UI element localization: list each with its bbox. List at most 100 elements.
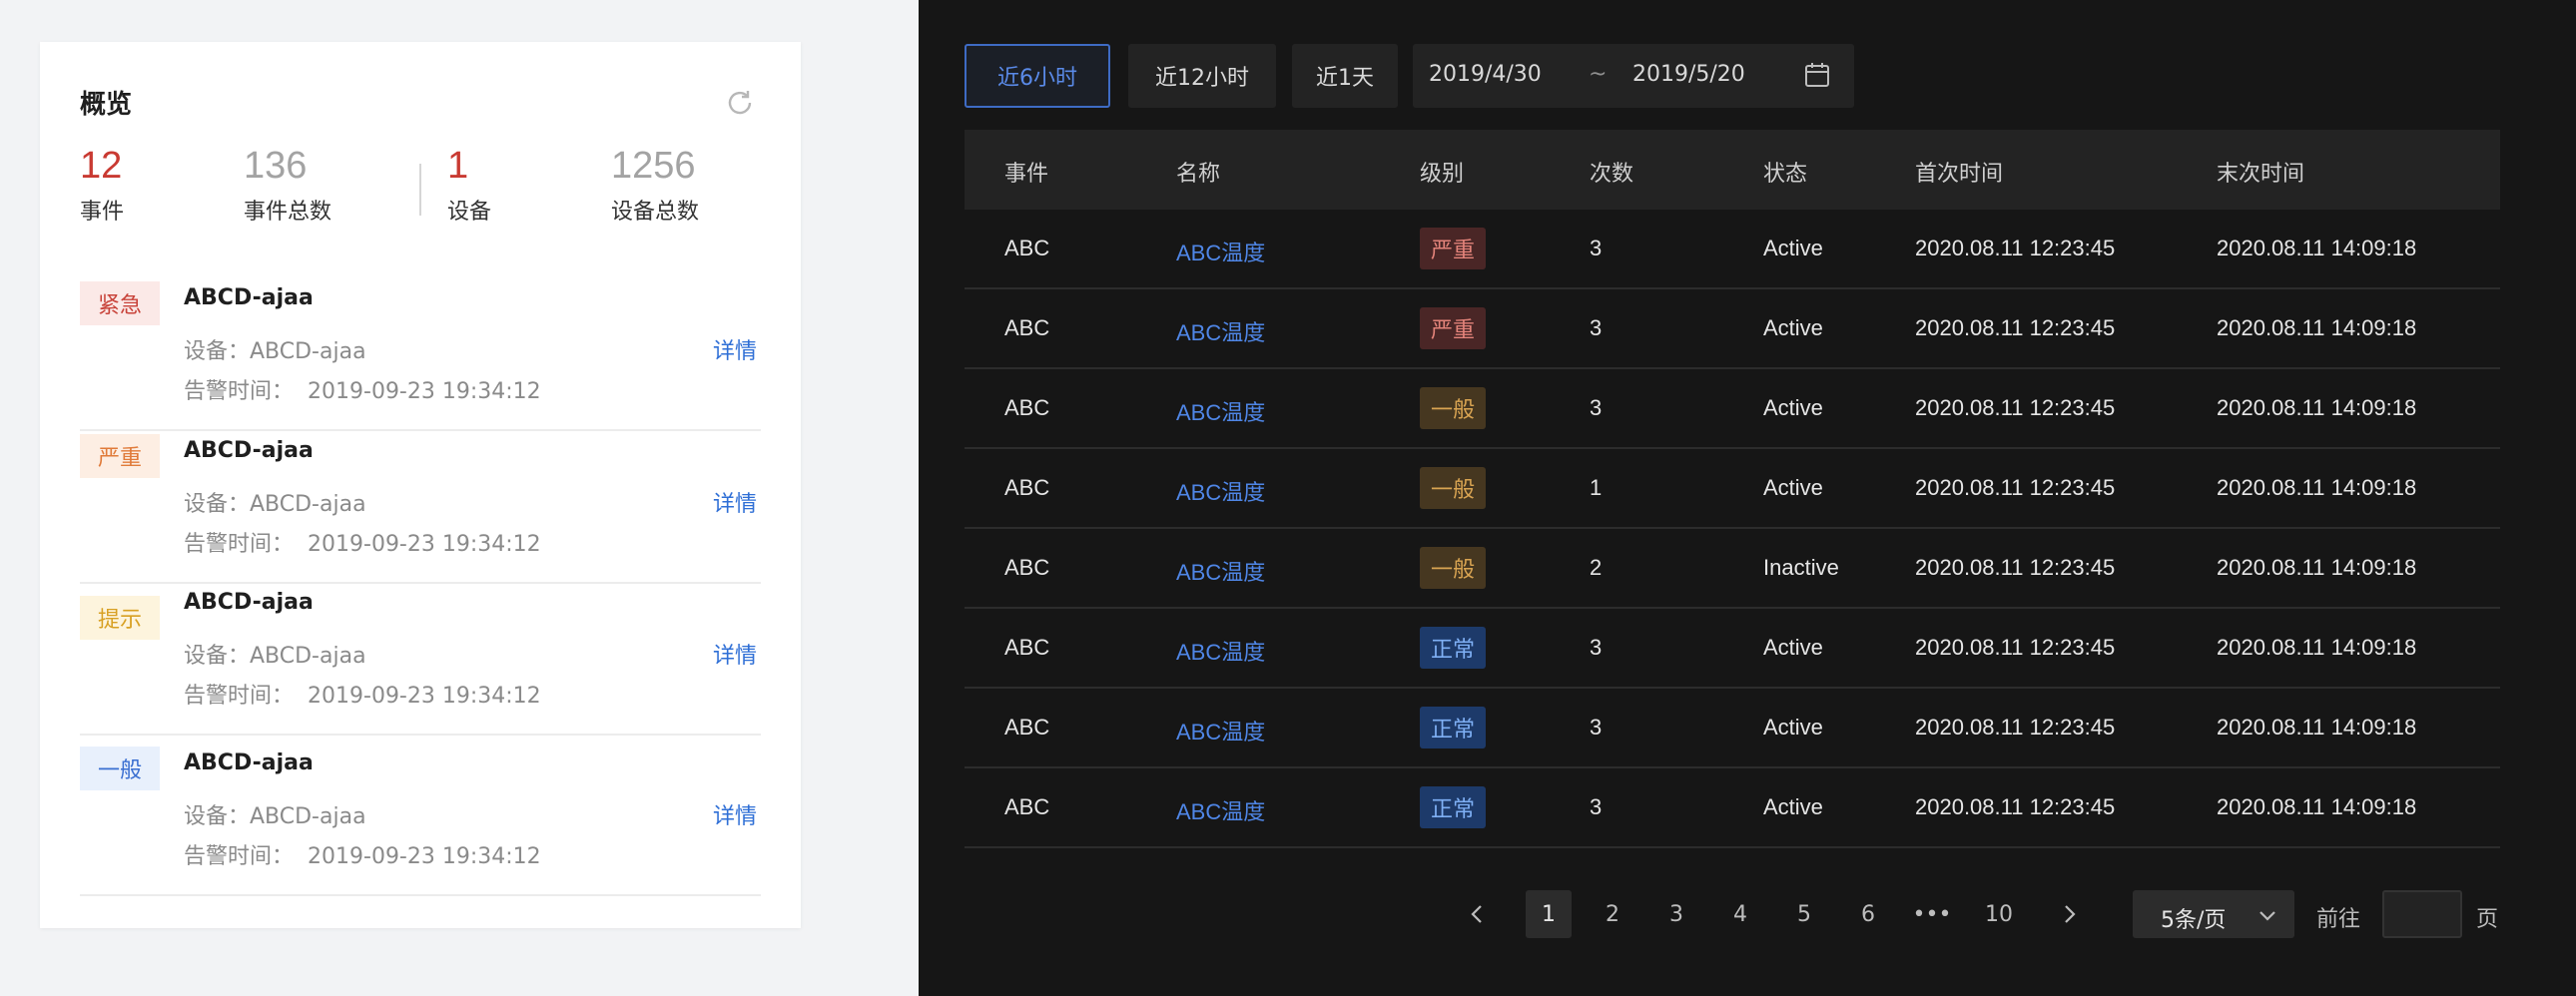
table-row[interactable]: ABC ABC温度 严重 3 Active 2020.08.11 12:23:4… bbox=[965, 289, 2500, 369]
page-suffix-label: 页 bbox=[2476, 907, 2499, 932]
cell-name-link[interactable]: ABC温度 bbox=[1176, 475, 1265, 507]
cell-name-link[interactable]: ABC温度 bbox=[1176, 635, 1265, 667]
filter-1d-button[interactable]: 近1天 bbox=[1292, 44, 1398, 108]
filter-6h-button[interactable]: 近6小时 bbox=[965, 44, 1110, 108]
cell-first-time: 2020.08.11 12:23:45 bbox=[1915, 794, 2116, 819]
page-ellipsis[interactable]: ••• bbox=[1909, 890, 1955, 938]
alert-time: 告警时间： 2019-09-23 19:34:12 bbox=[184, 838, 541, 870]
refresh-icon[interactable] bbox=[723, 86, 757, 120]
alert-time-value: 2019-09-23 19:34:12 bbox=[308, 379, 541, 404]
cell-event: ABC bbox=[1004, 715, 1050, 740]
cell-event: ABC bbox=[1004, 315, 1050, 340]
alert-time-label: 告警时间： bbox=[184, 532, 295, 557]
alert-detail-link[interactable]: 详情 bbox=[713, 333, 757, 365]
page-button-3[interactable]: 3 bbox=[1653, 890, 1699, 938]
date-end: 2019/5/20 bbox=[1632, 62, 1745, 87]
chevron-down-icon bbox=[2259, 911, 2275, 921]
filter-12h-button[interactable]: 近12小时 bbox=[1128, 44, 1276, 108]
calendar-icon[interactable] bbox=[1802, 60, 1832, 90]
cell-first-time: 2020.08.11 12:23:45 bbox=[1915, 635, 2116, 660]
alert-name: ABCD-ajaa bbox=[184, 590, 314, 615]
overview-card: 概览 12 事件 136 事件总数 1 设备 1256 设备总数 紧急 ABCD… bbox=[40, 42, 801, 928]
stat-value: 136 bbox=[244, 145, 308, 187]
cell-name-link[interactable]: ABC温度 bbox=[1176, 395, 1265, 427]
date-range-picker[interactable]: 2019/4/30 ~ 2019/5/20 bbox=[1413, 44, 1854, 108]
stat-value: 12 bbox=[80, 145, 123, 187]
level-badge: 一般 bbox=[1420, 547, 1486, 589]
cell-status: Active bbox=[1763, 475, 1823, 500]
alert-level-tag: 严重 bbox=[80, 434, 160, 478]
alert-time: 告警时间： 2019-09-23 19:34:12 bbox=[184, 526, 541, 558]
col-event: 事件 bbox=[1004, 162, 1049, 187]
cell-name-link[interactable]: ABC温度 bbox=[1176, 794, 1265, 826]
table-row[interactable]: ABC ABC温度 一般 2 Inactive 2020.08.11 12:23… bbox=[965, 529, 2500, 609]
col-name: 名称 bbox=[1176, 162, 1221, 187]
page-button-4[interactable]: 4 bbox=[1717, 890, 1763, 938]
cell-event: ABC bbox=[1004, 555, 1050, 580]
cell-name-link[interactable]: ABC温度 bbox=[1176, 315, 1265, 347]
table-row[interactable]: ABC ABC温度 正常 3 Active 2020.08.11 12:23:4… bbox=[965, 768, 2500, 848]
table-row[interactable]: ABC ABC温度 一般 1 Active 2020.08.11 12:23:4… bbox=[965, 449, 2500, 529]
cell-status: Active bbox=[1763, 635, 1823, 660]
level-badge: 正常 bbox=[1420, 627, 1486, 669]
cell-event: ABC bbox=[1004, 475, 1050, 500]
level-badge: 正常 bbox=[1420, 707, 1486, 748]
cell-name-link[interactable]: ABC温度 bbox=[1176, 555, 1265, 587]
page-button-6[interactable]: 6 bbox=[1845, 890, 1891, 938]
cell-name-link[interactable]: ABC温度 bbox=[1176, 236, 1265, 267]
cell-status: Active bbox=[1763, 395, 1823, 420]
page-button-1[interactable]: 1 bbox=[1526, 890, 1572, 938]
date-start: 2019/4/30 bbox=[1429, 62, 1542, 87]
level-badge: 严重 bbox=[1420, 228, 1486, 269]
alert-level-tag: 提示 bbox=[80, 596, 160, 640]
stat-value: 1256 bbox=[611, 145, 696, 187]
cell-event: ABC bbox=[1004, 794, 1050, 819]
alert-time: 告警时间： 2019-09-23 19:34:12 bbox=[184, 373, 541, 405]
alert-detail-link[interactable]: 详情 bbox=[713, 798, 757, 830]
goto-page-input[interactable] bbox=[2382, 890, 2462, 938]
table-row[interactable]: ABC ABC温度 一般 3 Active 2020.08.11 12:23:4… bbox=[965, 369, 2500, 449]
table-row[interactable]: ABC ABC温度 正常 3 Active 2020.08.11 12:23:4… bbox=[965, 689, 2500, 768]
cell-count: 3 bbox=[1590, 635, 1603, 660]
overview-title: 概览 bbox=[80, 90, 133, 120]
cell-count: 3 bbox=[1590, 395, 1603, 420]
cell-count: 3 bbox=[1590, 236, 1603, 260]
alert-detail-link[interactable]: 详情 bbox=[713, 638, 757, 670]
cell-first-time: 2020.08.11 12:23:45 bbox=[1915, 715, 2116, 740]
table-header: 事件 名称 级别 次数 状态 首次时间 末次时间 bbox=[965, 130, 2500, 210]
goto-label: 前往 bbox=[2316, 907, 2361, 932]
events-table: 事件 名称 级别 次数 状态 首次时间 末次时间 ABC ABC温度 严重 3 … bbox=[965, 130, 2500, 848]
cell-count: 3 bbox=[1590, 315, 1603, 340]
cell-count: 3 bbox=[1590, 794, 1603, 819]
cell-last-time: 2020.08.11 14:09:18 bbox=[2217, 715, 2417, 740]
page-button-5[interactable]: 5 bbox=[1781, 890, 1827, 938]
cell-status: Active bbox=[1763, 315, 1823, 340]
alert-item: 提示 ABCD-ajaa 设备：ABCD-ajaa 告警时间： 2019-09-2… bbox=[80, 586, 761, 736]
page-size-select[interactable]: 5条/页 bbox=[2133, 890, 2294, 938]
alert-name: ABCD-ajaa bbox=[184, 438, 314, 463]
stat-label: 事件总数 bbox=[244, 200, 332, 225]
alert-item: 严重 ABCD-ajaa 设备：ABCD-ajaa 告警时间： 2019-09-2… bbox=[80, 434, 761, 584]
cell-count: 2 bbox=[1590, 555, 1603, 580]
alert-name: ABCD-ajaa bbox=[184, 285, 314, 310]
cell-status: Active bbox=[1763, 715, 1823, 740]
stat-label: 事件 bbox=[80, 200, 125, 225]
alert-detail-link[interactable]: 详情 bbox=[713, 486, 757, 518]
table-row[interactable]: ABC ABC温度 正常 3 Active 2020.08.11 12:23:4… bbox=[965, 609, 2500, 689]
table-row[interactable]: ABC ABC温度 严重 3 Active 2020.08.11 12:23:4… bbox=[965, 210, 2500, 289]
cell-event: ABC bbox=[1004, 635, 1050, 660]
stat-label: 设备总数 bbox=[611, 200, 700, 225]
alert-time-value: 2019-09-23 19:34:12 bbox=[308, 684, 541, 709]
events-panel: 近6小时 近12小时 近1天 2019/4/30 ~ 2019/5/20 事件 … bbox=[919, 0, 2576, 996]
cell-last-time: 2020.08.11 14:09:18 bbox=[2217, 236, 2417, 260]
alert-time: 告警时间： 2019-09-23 19:34:12 bbox=[184, 678, 541, 710]
col-first-time: 首次时间 bbox=[1915, 162, 2004, 187]
chevron-right-icon[interactable] bbox=[2055, 900, 2083, 928]
page-button-10[interactable]: 10 bbox=[1973, 890, 2025, 938]
cell-name-link[interactable]: ABC温度 bbox=[1176, 715, 1265, 747]
alert-device: 设备：ABCD-ajaa bbox=[184, 339, 366, 364]
cell-last-time: 2020.08.11 14:09:18 bbox=[2217, 395, 2417, 420]
page-button-2[interactable]: 2 bbox=[1590, 890, 1635, 938]
cell-first-time: 2020.08.11 12:23:45 bbox=[1915, 395, 2116, 420]
chevron-left-icon[interactable] bbox=[1464, 900, 1492, 928]
